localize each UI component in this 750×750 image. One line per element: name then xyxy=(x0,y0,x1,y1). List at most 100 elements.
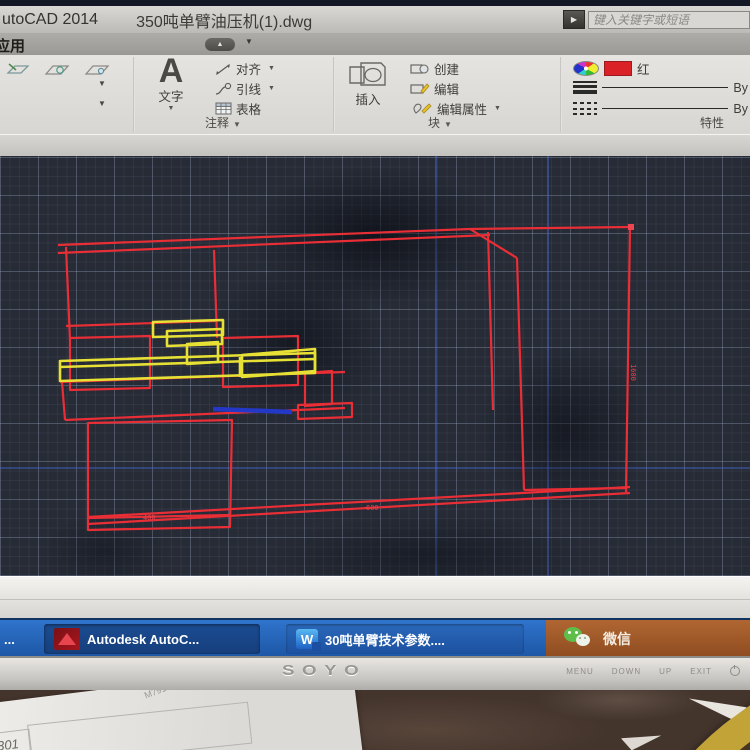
caret-down-icon: ▼ xyxy=(168,105,175,112)
ribbon-bottom-band xyxy=(0,134,750,158)
cad-drawing[interactable]: 400 600 1600 xyxy=(0,156,750,576)
insert-block-icon xyxy=(347,61,389,89)
monitor-bezel: SOYO MENU DOWN UP EXIT xyxy=(0,656,750,690)
section-view-icon xyxy=(84,61,110,79)
power-icon xyxy=(730,666,740,676)
caret-down-icon: ▼ xyxy=(233,120,241,129)
monitor-up-button: UP xyxy=(659,667,672,676)
highlighted-ram-and-table[interactable] xyxy=(60,320,315,381)
leader-icon xyxy=(215,82,232,96)
caret-up-icon: ▲ xyxy=(217,41,224,48)
create-block-icon xyxy=(410,62,430,75)
search-go-button[interactable]: ▶ xyxy=(563,10,585,29)
current-color-label: 红 xyxy=(637,59,650,78)
drawing-canvas[interactable]: 400 600 1600 xyxy=(0,156,750,576)
caret-down-icon: ▼ xyxy=(268,65,275,72)
flatshot-icon xyxy=(44,61,70,79)
autocad-task-label: Autodesk AutoC... xyxy=(87,632,199,647)
object-color-control[interactable]: 红 xyxy=(573,59,748,78)
leader-button[interactable]: 引线 ▼ xyxy=(215,79,275,98)
paper-number: 301 xyxy=(0,736,20,750)
leader-label: 引线 xyxy=(236,79,261,98)
taskbar-button-wechat[interactable]: 微信 xyxy=(546,620,750,658)
paper-scrap xyxy=(621,730,663,750)
blue-platen-line[interactable] xyxy=(213,409,292,412)
photo-of-monitor: utoCAD 2014 350吨单臂油压机(1).dwg ▶ 应用 ▲ ▼ xyxy=(0,0,750,750)
edit-label: 编辑 xyxy=(434,79,459,98)
paper-code: M791800 xyxy=(143,690,182,701)
align-dim-button[interactable]: 对齐 ▼ xyxy=(215,59,275,78)
app-title: utoCAD 2014 xyxy=(2,11,98,29)
desk-surface: 301 M791800 xyxy=(0,690,750,750)
lineweight-sample-line xyxy=(602,87,728,88)
wps-task-label: 30吨单臂技术参数.... xyxy=(325,630,445,649)
panel-divider xyxy=(133,57,135,132)
linetype-sample-line xyxy=(602,108,728,109)
aligned-dimension-icon xyxy=(215,62,232,76)
section-tool-button[interactable] xyxy=(2,58,34,82)
section-plane-icon xyxy=(6,61,30,79)
section-view-button[interactable] xyxy=(80,58,114,82)
taskbar-button-autocad[interactable]: Autodesk AutoC... xyxy=(44,624,260,654)
properties-panel-text: 特性 xyxy=(700,116,724,130)
paper-table-cell xyxy=(27,702,252,750)
lineweight-icon xyxy=(573,80,597,95)
taskbar-button-wps-doc[interactable]: W 30吨单臂技术参数.... xyxy=(286,624,524,654)
linetype-value: By xyxy=(733,102,748,116)
annotate-panel-text: 注释 xyxy=(205,116,229,130)
caret-down-icon[interactable]: ▼ xyxy=(98,99,106,108)
color-wheel-icon xyxy=(573,61,599,76)
caret-down-icon: ▼ xyxy=(268,85,275,92)
triangle-right-icon: ▶ xyxy=(571,15,577,24)
dim-text-left: 400 xyxy=(143,514,156,522)
titlebar: utoCAD 2014 350吨单臂油压机(1).dwg ▶ xyxy=(0,6,750,33)
dim-text-mid: 600 xyxy=(366,504,379,512)
monitor-exit-button: EXIT xyxy=(690,667,712,676)
text-tool-label: 文字 xyxy=(158,86,183,105)
lineweight-value: By xyxy=(733,81,748,95)
text-style-a-icon: A xyxy=(159,56,184,86)
create-label: 创建 xyxy=(434,59,459,78)
help-search-input[interactable] xyxy=(588,11,750,29)
paper-document: 301 M791800 xyxy=(0,690,366,750)
taskbar: ... Autodesk AutoC... W 30吨单臂技术参数.... 微信 xyxy=(0,618,750,658)
dim-text-right: 1600 xyxy=(629,364,637,381)
caret-down-icon: ▼ xyxy=(444,120,452,129)
properties-panel-label[interactable]: 特性 xyxy=(700,114,724,131)
document-title: 350吨单臂油压机(1).dwg xyxy=(136,8,312,32)
insert-block-button[interactable]: 插入 xyxy=(340,55,396,113)
ribbon-minimize-caret-icon[interactable]: ▼ xyxy=(245,37,253,46)
monitor-buttons: MENU DOWN UP EXIT xyxy=(566,666,740,676)
app-menu-row: 应用 ▲ ▼ xyxy=(0,33,750,55)
grip-point[interactable] xyxy=(628,224,634,230)
linetype-icon xyxy=(573,101,597,116)
insert-label: 插入 xyxy=(355,89,380,108)
monitor-brand: SOYO xyxy=(282,662,366,679)
text-tool-button[interactable]: A 文字 ▼ xyxy=(150,55,192,113)
block-panel-text: 块 xyxy=(428,116,440,130)
taskbar-overflow[interactable]: ... xyxy=(4,632,30,647)
wps-word-icon: W xyxy=(296,629,318,649)
edit-attributes-button[interactable]: 编辑属性 ▼ xyxy=(413,99,501,118)
monitor-down-button: DOWN xyxy=(612,667,641,676)
panel-divider xyxy=(333,57,335,132)
create-block-button[interactable]: 创建 xyxy=(410,59,459,78)
annotate-panel-label[interactable]: 注释 ▼ xyxy=(205,114,241,131)
align-label: 对齐 xyxy=(236,59,261,78)
monitor-menu-button: MENU xyxy=(566,667,594,676)
caret-down-icon: ▼ xyxy=(494,105,501,112)
caret-down-icon[interactable]: ▼ xyxy=(98,79,106,88)
edit-block-icon xyxy=(410,82,430,95)
autocad-icon xyxy=(54,628,80,650)
dimension-labels: 400 600 1600 xyxy=(143,364,637,522)
wechat-task-label: 微信 xyxy=(603,629,631,649)
block-panel-label[interactable]: 块▼ xyxy=(428,114,452,131)
command-line-area[interactable] xyxy=(0,576,750,619)
lineweight-control[interactable]: By xyxy=(573,80,748,95)
ribbon: ▼ ▼ A 文字 ▼ 对齐 ▼ 引线 ▼ xyxy=(0,55,750,134)
flatshot-tool-button[interactable] xyxy=(40,58,74,82)
app-menu-label[interactable]: 应用 xyxy=(0,35,25,56)
current-color-swatch xyxy=(604,61,632,76)
edit-block-button[interactable]: 编辑 xyxy=(410,79,459,98)
ribbon-minimize-button[interactable]: ▲ xyxy=(205,38,235,51)
